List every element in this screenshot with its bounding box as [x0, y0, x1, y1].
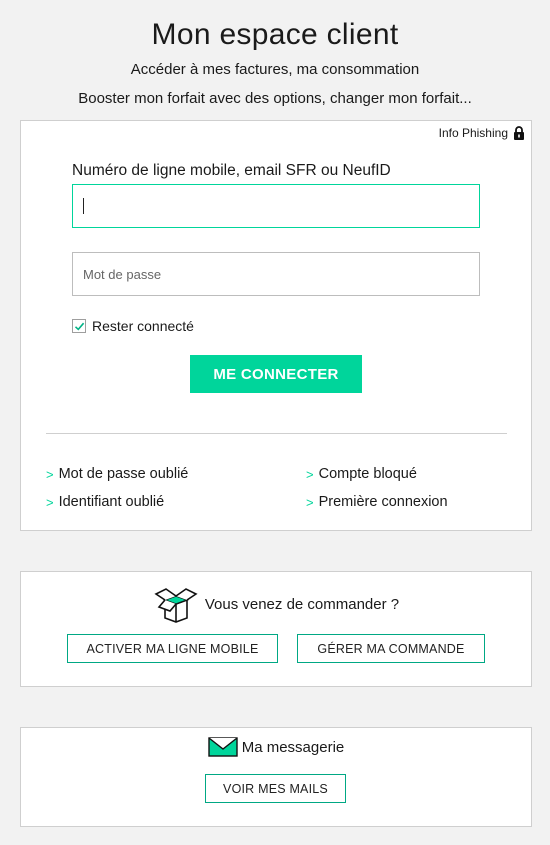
- forgot-password-link[interactable]: > Mot de passe oublié: [46, 466, 188, 482]
- login-submit-button[interactable]: ME CONNECTER: [190, 355, 362, 393]
- checkmark-icon: [74, 322, 85, 331]
- info-phishing-label: Info Phishing: [438, 126, 508, 140]
- first-login-label: Première connexion: [318, 494, 448, 510]
- chevron-right-icon: >: [46, 466, 54, 482]
- view-mails-button[interactable]: VOIR MES MAILS: [205, 774, 346, 803]
- forgot-identifier-label: Identifiant oublié: [58, 494, 165, 510]
- remember-me-checkbox[interactable]: [72, 319, 86, 333]
- order-card: Vous venez de commander ? ACTIVER MA LIG…: [20, 571, 532, 687]
- login-field-label: Numéro de ligne mobile, email SFR ou Neu…: [72, 162, 391, 179]
- password-placeholder: Mot de passe: [83, 266, 162, 282]
- envelope-icon: [208, 737, 238, 757]
- chevron-right-icon: >: [306, 466, 314, 482]
- manage-order-button[interactable]: GÉRER MA COMMANDE: [297, 634, 485, 663]
- chevron-right-icon: >: [306, 494, 314, 510]
- activate-mobile-line-button[interactable]: ACTIVER MA LIGNE MOBILE: [67, 634, 278, 663]
- divider: [46, 433, 507, 434]
- page-title: Mon espace client: [151, 18, 399, 51]
- remember-me-option[interactable]: Rester connecté: [72, 318, 194, 334]
- page-subtitle-1: Accéder à mes factures, ma consommation: [130, 61, 420, 78]
- blocked-account-link[interactable]: > Compte bloqué: [306, 466, 417, 482]
- mail-title: Ma messagerie: [241, 738, 345, 756]
- remember-me-label: Rester connecté: [92, 318, 194, 334]
- order-question: Vous venez de commander ?: [204, 595, 400, 613]
- lock-icon: [514, 126, 524, 140]
- chevron-right-icon: >: [46, 494, 54, 510]
- forgot-identifier-link[interactable]: > Identifiant oublié: [46, 494, 164, 510]
- info-phishing-link[interactable]: Info Phishing: [439, 126, 525, 140]
- package-icon: [154, 588, 198, 623]
- login-input[interactable]: [72, 184, 480, 228]
- first-login-link[interactable]: > Première connexion: [306, 494, 448, 510]
- login-card: Info Phishing Numéro de ligne mobile, em…: [20, 120, 532, 531]
- text-caret: [83, 198, 84, 214]
- mail-header: Ma messagerie: [21, 737, 531, 757]
- forgot-password-label: Mot de passe oublié: [58, 466, 189, 482]
- page-subtitle-2: Booster mon forfait avec des options, ch…: [78, 90, 472, 107]
- password-input[interactable]: Mot de passe: [72, 252, 480, 296]
- blocked-account-label: Compte bloqué: [318, 466, 417, 482]
- order-header: Vous venez de commander ?: [21, 584, 531, 624]
- mail-card: Ma messagerie VOIR MES MAILS: [20, 727, 532, 827]
